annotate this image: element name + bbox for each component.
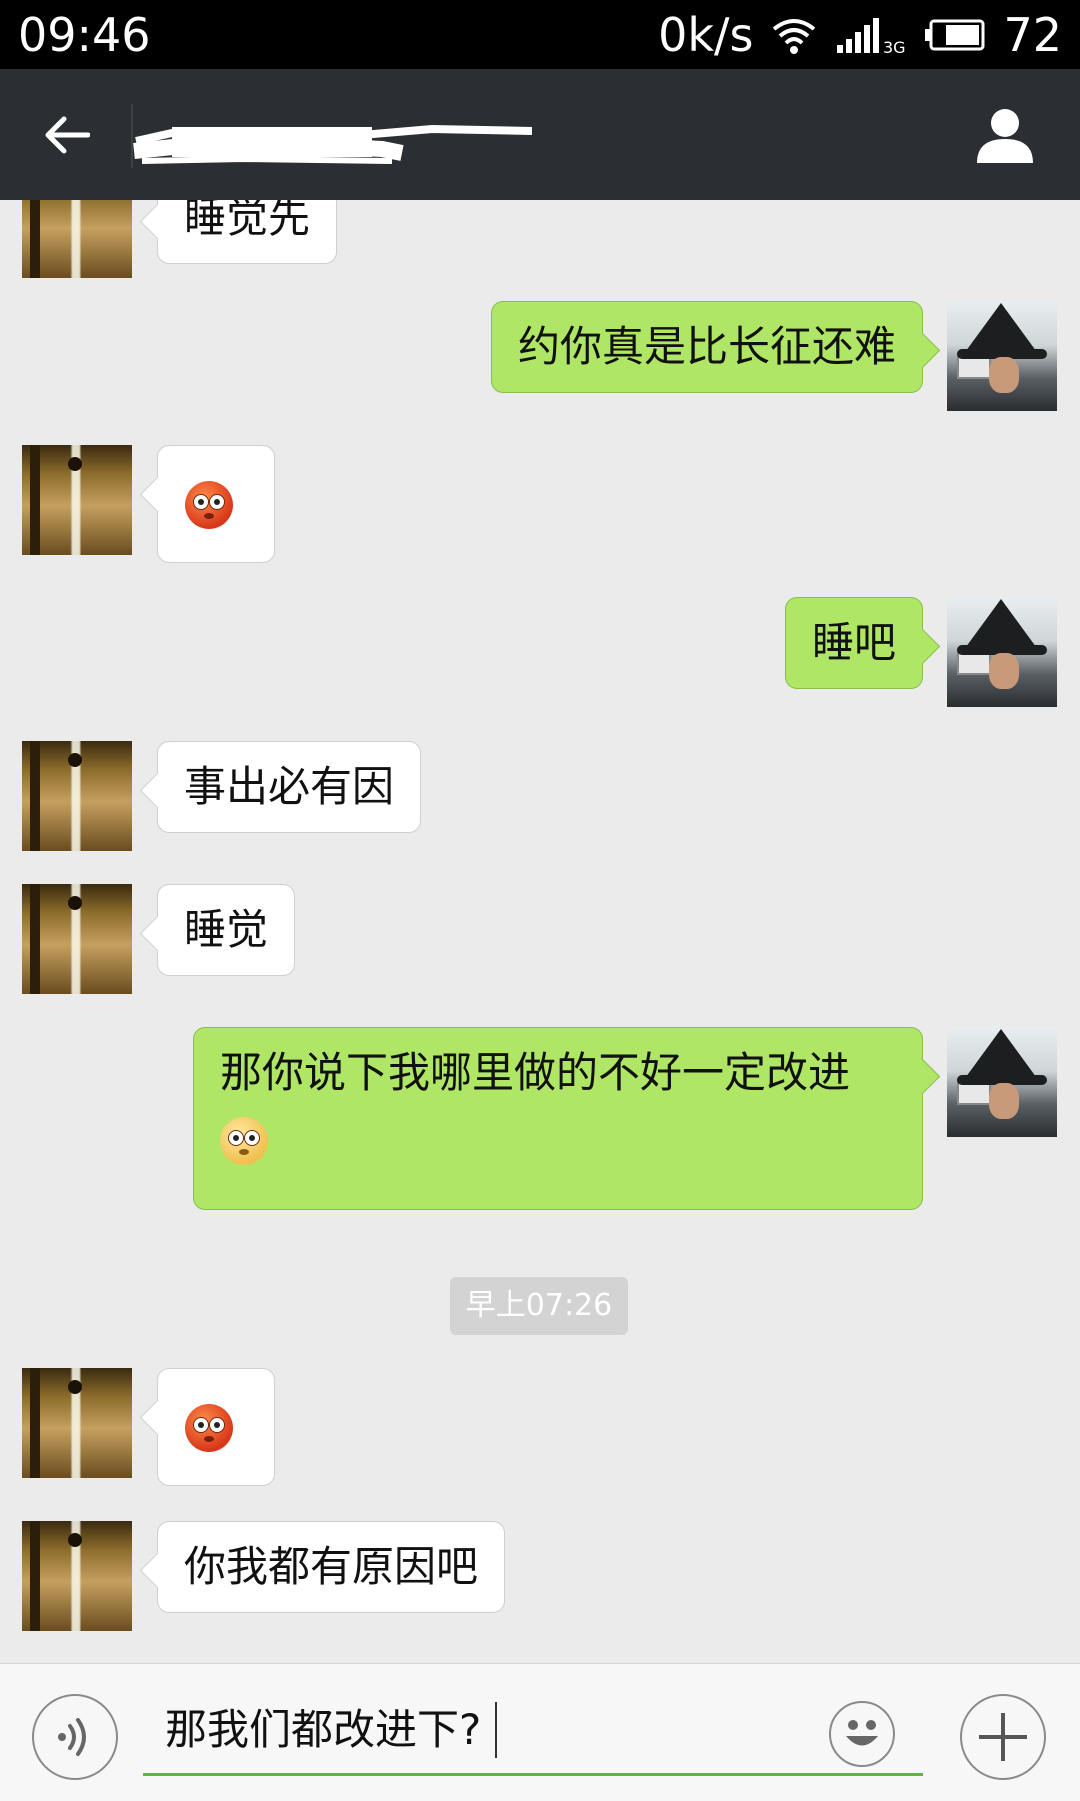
message-input[interactable]: 那我们都改进下? (143, 1684, 923, 1776)
input-bar: 那我们都改进下? (0, 1663, 1080, 1801)
status-right-group: 0k/s 3G 72 (658, 8, 1062, 62)
status-bar: 09:46 0k/s 3G 72 (0, 0, 1080, 69)
message-text: 你我都有原因吧 (184, 1542, 479, 1591)
message-bubble-incoming[interactable]: 你我都有原因吧 (157, 1521, 506, 1613)
contact-avatar[interactable] (22, 200, 132, 278)
text-caret (495, 1702, 498, 1758)
contact-avatar[interactable] (22, 741, 132, 851)
message-bubble-outgoing[interactable]: 那你说下我哪里做的不好一定改进 (193, 1027, 923, 1210)
profile-icon (977, 109, 1033, 163)
contact-avatar[interactable] (22, 884, 132, 994)
message-bubble-incoming[interactable] (157, 1368, 275, 1486)
message-bubble-incoming[interactable]: 睡觉 (157, 884, 296, 976)
chat-header (0, 69, 1080, 200)
message-text: 睡吧 (811, 618, 896, 667)
my-avatar[interactable] (947, 301, 1057, 411)
input-draft-text: 那我们都改进下? (165, 1705, 482, 1754)
wifi-icon (773, 19, 816, 54)
network-type-label: 3G (883, 38, 906, 55)
more-options-button[interactable] (960, 1694, 1046, 1780)
time-divider: 早上07:26 (450, 1277, 628, 1335)
status-time: 09:46 (18, 8, 151, 62)
signal-icon: 3G (837, 18, 906, 55)
emoji-icon (846, 1720, 878, 1746)
message-text: 约你真是比长征还难 (517, 322, 896, 371)
my-avatar[interactable] (947, 597, 1057, 707)
back-arrow-icon (45, 116, 90, 154)
contact-avatar[interactable] (22, 445, 132, 555)
message-text: 睡觉 (184, 905, 269, 954)
voice-icon (58, 1718, 86, 1756)
emoji-button[interactable] (829, 1701, 895, 1767)
contact-name-redacted (133, 124, 532, 164)
message-list[interactable]: 睡觉先 约你真是比长征还难 睡吧 事出必有因 睡觉 那你说下我哪里做的不好一定改… (0, 200, 1080, 1663)
voice-button[interactable] (32, 1694, 118, 1780)
message-text: 那你说下我哪里做的不好一定改进 (220, 1048, 851, 1097)
message-text: 事出必有因 (184, 762, 395, 811)
message-text: 睡觉先 (184, 200, 311, 242)
back-button[interactable] (32, 102, 102, 168)
flushed-face-emoji-icon (185, 1404, 233, 1452)
flushed-face-emoji-icon (185, 481, 233, 529)
contact-avatar[interactable] (22, 1521, 132, 1631)
contact-avatar[interactable] (22, 1368, 132, 1478)
message-bubble-outgoing[interactable]: 约你真是比长征还难 (490, 301, 923, 393)
battery-icon (925, 19, 985, 51)
worried-face-emoji-icon (220, 1116, 268, 1165)
battery-level: 72 (1003, 8, 1062, 62)
status-net-speed: 0k/s (658, 8, 754, 62)
profile-button[interactable] (972, 103, 1038, 169)
message-bubble-incoming[interactable]: 事出必有因 (157, 741, 422, 833)
message-bubble-incoming[interactable] (157, 445, 275, 563)
my-avatar[interactable] (947, 1027, 1057, 1137)
message-bubble-incoming[interactable]: 睡觉先 (157, 200, 338, 264)
message-bubble-outgoing[interactable]: 睡吧 (784, 597, 923, 689)
